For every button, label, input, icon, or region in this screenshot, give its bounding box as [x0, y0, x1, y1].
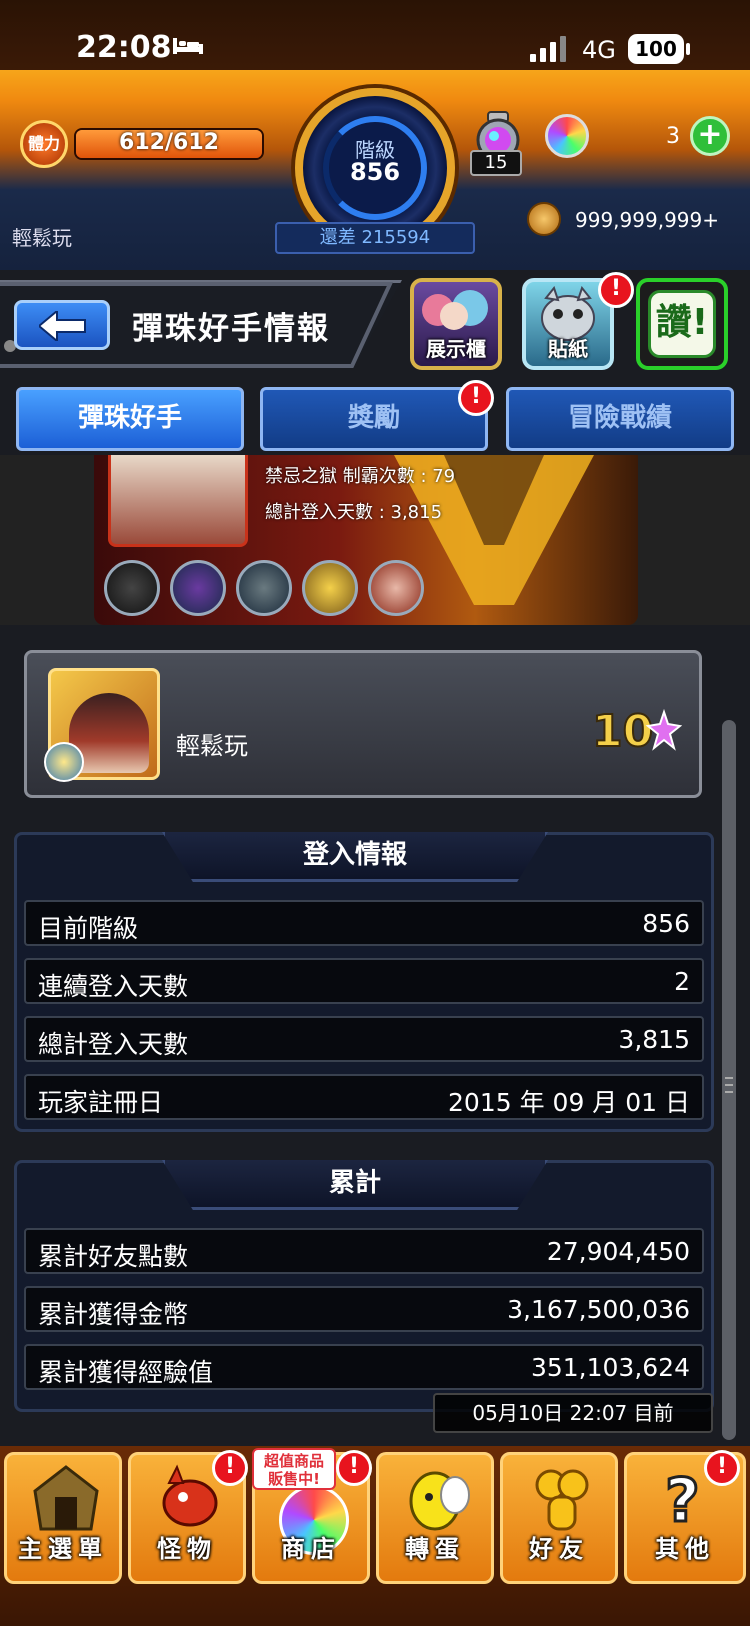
back-button[interactable]: [14, 300, 110, 350]
row-label: 累計獲得金幣: [38, 1300, 189, 1329]
back-arrow-icon: [39, 311, 86, 341]
row-value: 351,103,624: [530, 1353, 690, 1382]
potion-count: 15: [470, 150, 522, 176]
nav-label: 好友: [529, 1535, 589, 1563]
row-label: 玩家註冊日: [38, 1088, 164, 1117]
status-bar: 22:08 4G 100: [0, 0, 750, 70]
coin-icon: [527, 202, 561, 236]
sleep-mode-icon: [173, 38, 203, 54]
row-value: 2015 年 09 月 01 日: [448, 1088, 690, 1117]
medal-icon: [368, 560, 424, 616]
totals-header: 累計: [162, 1160, 548, 1210]
add-orb-button[interactable]: +: [690, 116, 730, 156]
row-label: 目前階級: [38, 914, 139, 943]
nav-gacha[interactable]: 轉蛋: [376, 1452, 494, 1584]
orb-count: 3: [666, 124, 680, 149]
row-label: 累計好友點數: [38, 1242, 189, 1271]
player-name: 輕鬆玩: [12, 226, 72, 250]
banner-character-portrait: [108, 455, 248, 547]
medal-icon: [302, 560, 358, 616]
stamina-meter[interactable]: 612/612 體力: [20, 120, 264, 168]
monster-alert-badge: !: [212, 1450, 248, 1486]
anniversary-badge-text: 10: [592, 706, 653, 756]
row-value: 856: [642, 909, 690, 938]
rank-difference: 還差 215594: [275, 222, 475, 254]
medal-icon: [170, 560, 226, 616]
sale-tag: 超值商品 販售中!: [252, 1448, 336, 1490]
friends-icon: [535, 1469, 589, 1531]
stamina-text: 612/612: [119, 130, 219, 155]
row-value: 3,815: [618, 1025, 690, 1054]
top-hud: 612/612 體力 階級 856 15 3 + 輕鬆玩 還差 215594 9…: [0, 70, 750, 270]
medal-icon: [236, 560, 292, 616]
scroll-grip-icon: [725, 1077, 733, 1093]
signal-icon: [530, 36, 566, 62]
network-label: 4G: [582, 36, 616, 64]
sticker-label: 貼紙: [548, 337, 588, 361]
menu-icon: [33, 1465, 99, 1531]
rewards-alert-badge: !: [458, 380, 494, 416]
row-value: 2: [674, 967, 690, 996]
banner-stat-line-1: 禁忌之獄 制霸次數 : 79: [265, 466, 456, 487]
info-row: 連續登入天數 2: [24, 958, 704, 1004]
info-row: 玩家註冊日 2015 年 09 月 01 日: [24, 1074, 704, 1120]
status-time: 22:08: [76, 30, 172, 65]
page-title: 彈珠好手情報: [132, 311, 330, 347]
coin-value: 999,999,999+: [575, 208, 719, 232]
banner-stat-line-2: 總計登入天數 : 3,815: [265, 502, 443, 523]
orb-icon: [545, 114, 589, 158]
tab-player[interactable]: 彈珠好手: [16, 387, 244, 451]
row-label: 累計獲得經驗值: [38, 1358, 214, 1387]
other-alert-badge: !: [704, 1450, 740, 1486]
row-value: 3,167,500,036: [507, 1295, 690, 1324]
showcase-button[interactable]: 展示櫃: [410, 278, 502, 370]
player-card-name: 輕鬆玩: [176, 732, 248, 760]
shop-alert-badge: !: [336, 1450, 372, 1486]
stamina-badge: 體力: [20, 120, 68, 168]
tab-rewards[interactable]: 獎勵: [260, 387, 488, 451]
nav-label: 怪物: [157, 1535, 217, 1563]
info-row: 累計好友點數 27,904,450: [24, 1228, 704, 1274]
battery-nub: [686, 43, 690, 55]
nav-label: 主選單: [18, 1535, 108, 1563]
element-icon: [44, 742, 84, 782]
nav-label: 商店: [281, 1535, 341, 1563]
info-row: 累計獲得金幣 3,167,500,036: [24, 1286, 704, 1332]
svg-text:?: ?: [665, 1466, 700, 1533]
nav-main-menu[interactable]: 主選單: [4, 1452, 122, 1584]
sticker-alert-badge: !: [598, 272, 634, 308]
info-row: 目前階級 856: [24, 900, 704, 946]
battery-indicator: 100: [628, 34, 684, 64]
login-info-header: 登入情報: [162, 832, 548, 882]
nav-label: 轉蛋: [405, 1535, 465, 1563]
row-label: 總計登入天數: [38, 1030, 189, 1059]
medal-icon: [104, 560, 160, 616]
rank-value: 856: [349, 158, 401, 186]
like-label: 讚!: [648, 290, 716, 358]
anniversary-badge: 10: [591, 705, 682, 756]
info-row: 累計獲得經驗值 351,103,624: [24, 1344, 704, 1390]
row-label: 連續登入天數: [38, 972, 189, 1001]
like-button[interactable]: 讚!: [636, 278, 728, 370]
info-row: 總計登入天數 3,815: [24, 1016, 704, 1062]
nav-friends[interactable]: 好友: [500, 1452, 618, 1584]
showcase-label: 展示櫃: [426, 337, 486, 361]
timestamp: 05月10日 22:07 目前: [433, 1393, 713, 1433]
nav-label: 其他: [655, 1535, 715, 1563]
gacha-icon: [409, 1471, 470, 1531]
tab-adventure-record[interactable]: 冒險戰績: [506, 387, 734, 451]
row-value: 27,904,450: [546, 1237, 690, 1266]
